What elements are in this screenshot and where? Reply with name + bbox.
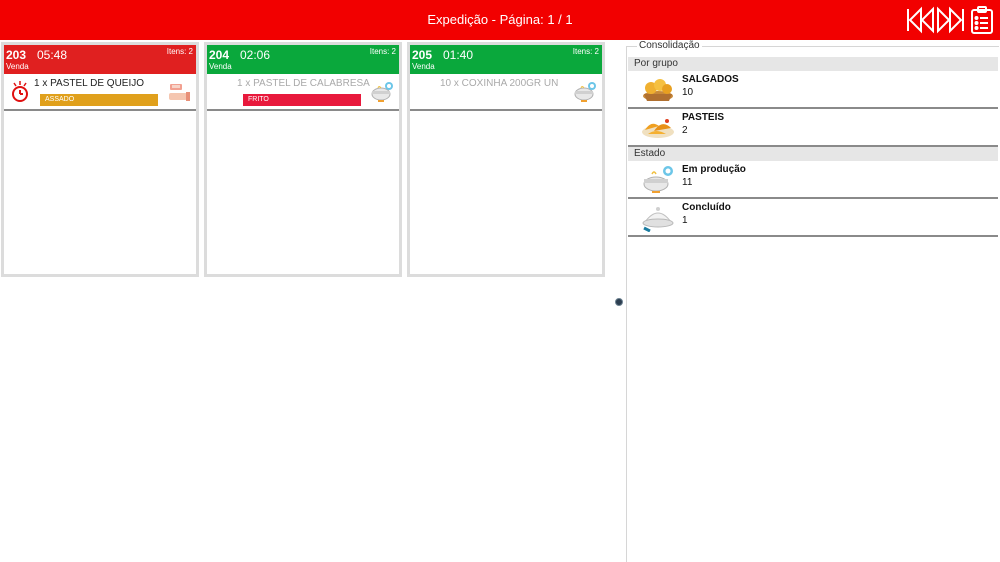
order-item-tag: FRITO bbox=[243, 94, 361, 106]
state-count: 1 bbox=[682, 215, 688, 226]
order-timer: 05:48 bbox=[37, 48, 68, 62]
state-row[interactable]: Em produção 11 bbox=[628, 161, 998, 199]
group-count: 10 bbox=[682, 87, 694, 98]
order-type: Venda bbox=[412, 62, 435, 71]
order-timer: 01:40 bbox=[443, 48, 474, 62]
order-items-count: Itens: 2 bbox=[369, 47, 396, 56]
page-title: Expedição - Página: 1 / 1 bbox=[427, 12, 573, 27]
top-bar: Expedição - Página: 1 / 1 bbox=[0, 0, 1000, 40]
order-item-tag: ASSADO bbox=[40, 94, 158, 106]
group-label: PASTEIS bbox=[682, 112, 725, 123]
salgados-basket-icon bbox=[643, 79, 673, 101]
order-card[interactable]: 205 01:40 Itens: 2 Venda 10 x COXINHA 20… bbox=[407, 42, 605, 277]
order-item[interactable]: 10 x COXINHA 200GR UN bbox=[410, 74, 602, 111]
group-row[interactable]: SALGADOS 10 bbox=[628, 71, 998, 109]
order-item-desc: 1 x PASTEL DE QUEIJO bbox=[34, 78, 145, 89]
splitter-handle[interactable] bbox=[615, 298, 623, 306]
order-items-count: Itens: 2 bbox=[166, 47, 193, 56]
state-row[interactable]: Concluído 1 bbox=[628, 199, 998, 237]
cooking-pot-icon bbox=[643, 166, 673, 193]
order-item-desc: 1 x PASTEL DE CALABRESA bbox=[237, 78, 370, 89]
order-card[interactable]: 203 05:48 Itens: 2 Venda 1 x PASTEL DE Q… bbox=[1, 42, 199, 277]
order-header: 205 01:40 Itens: 2 Venda bbox=[410, 45, 602, 74]
state-section-header: Estado bbox=[628, 147, 998, 161]
clipboard-icon bbox=[971, 6, 993, 34]
group-count: 2 bbox=[682, 125, 688, 136]
order-number: 203 bbox=[6, 48, 27, 62]
order-header: 204 02:06 Itens: 2 Venda bbox=[207, 45, 399, 74]
next-page-button[interactable] bbox=[936, 5, 966, 35]
order-type: Venda bbox=[209, 62, 232, 71]
report-button[interactable] bbox=[968, 5, 998, 35]
hand-serving-icon bbox=[169, 84, 190, 101]
cooking-pot-icon bbox=[574, 82, 596, 102]
order-type: Venda bbox=[6, 62, 29, 71]
order-number: 204 bbox=[209, 48, 230, 62]
cloche-icon bbox=[642, 207, 674, 232]
group-label: SALGADOS bbox=[682, 74, 739, 85]
order-timer: 02:06 bbox=[240, 48, 271, 62]
alarm-clock-icon bbox=[12, 81, 28, 102]
order-item-desc: 10 x COXINHA 200GR UN bbox=[440, 78, 559, 89]
skip-back-icon bbox=[907, 6, 934, 34]
order-item[interactable]: 1 x PASTEL DE QUEIJO ASSADO bbox=[4, 74, 196, 111]
state-label: Concluído bbox=[682, 202, 731, 213]
pasteis-plate-icon bbox=[642, 119, 674, 138]
group-row[interactable]: PASTEIS 2 bbox=[628, 109, 998, 147]
first-page-button[interactable] bbox=[905, 5, 935, 35]
order-item[interactable]: 1 x PASTEL DE CALABRESA FRITO bbox=[207, 74, 399, 111]
cooking-pot-icon bbox=[371, 82, 393, 102]
order-number: 205 bbox=[412, 48, 433, 62]
consolidation-legend: Consolidação bbox=[637, 40, 702, 51]
state-label: Em produção bbox=[682, 164, 746, 175]
skip-forward-icon bbox=[937, 6, 964, 34]
order-card[interactable]: 204 02:06 Itens: 2 Venda 1 x PASTEL DE C… bbox=[204, 42, 402, 277]
state-count: 11 bbox=[682, 177, 693, 188]
order-header: 203 05:48 Itens: 2 Venda bbox=[4, 45, 196, 74]
group-section-header: Por grupo bbox=[628, 57, 998, 71]
order-items-count: Itens: 2 bbox=[572, 47, 599, 56]
consolidation-panel: Consolidação Por grupo SALGADOS 10 PASTE… bbox=[627, 40, 999, 562]
